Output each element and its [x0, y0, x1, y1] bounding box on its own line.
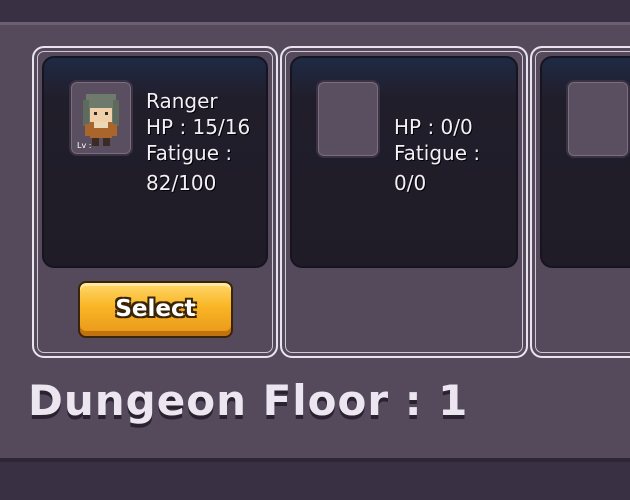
hp-text: HP : 15/16	[146, 115, 251, 139]
top-bar	[0, 0, 630, 22]
hp-text: HP : 0/0	[394, 115, 473, 139]
empty-portrait-slot	[316, 80, 380, 158]
empty-portrait-slot	[566, 80, 630, 158]
ranger-portrait: Lv :	[69, 80, 133, 156]
fatigue-label: Fatigue :	[146, 141, 233, 165]
card-info-panel: Lv : Ranger HP : 15/16 Fatigue : 82/100	[42, 56, 268, 268]
fatigue-value: 82/100	[146, 171, 217, 195]
character-card-empty[interactable]: HP : 0/0 Fatigue : 0/0	[280, 46, 528, 358]
bottom-bar	[0, 462, 630, 500]
dungeon-floor-label: Dungeon Floor : 1	[28, 376, 469, 425]
card-info-panel: HP : 0/0 Fatigue : 0/0	[290, 56, 518, 268]
level-label: Lv :	[77, 141, 92, 150]
fatigue-value: 0/0	[394, 171, 427, 195]
character-card-empty-partial[interactable]	[530, 46, 630, 358]
card-info-panel	[540, 56, 630, 268]
character-name: Ranger	[146, 89, 218, 113]
select-button[interactable]: Select	[78, 281, 233, 338]
fatigue-label: Fatigue :	[394, 141, 481, 165]
